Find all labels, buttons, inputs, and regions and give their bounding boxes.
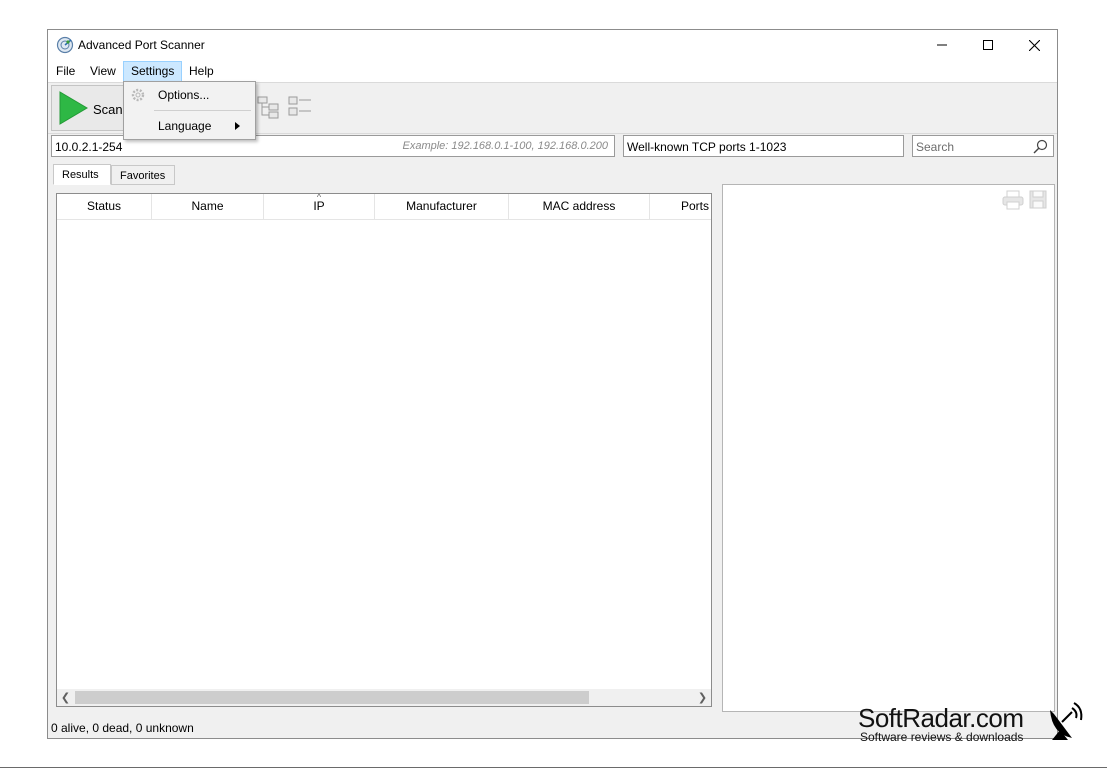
ip-range-value: 10.0.2.1-254 [55,140,123,154]
scan-button[interactable]: Scan [51,85,127,131]
expand-tree-icon[interactable] [256,95,282,119]
details-panel [722,184,1055,712]
menu-help[interactable]: Help [182,62,221,81]
column-ports[interactable]: Ports [650,194,711,219]
status-text: 0 alive, 0 dead, 0 unknown [51,721,194,735]
collapse-tree-icon[interactable] [287,95,313,119]
column-ip[interactable]: ^ IP [264,192,375,219]
column-manufacturer[interactable]: Manufacturer [375,194,509,219]
ports-value: Well-known TCP ports 1-1023 [627,140,787,154]
scan-label: Scan [93,102,123,117]
menu-item-language[interactable]: Language [124,115,255,137]
title-bar: Advanced Port Scanner [48,30,1057,60]
results-table: Status Name ^ IP Manufacturer MAC addres… [56,192,712,707]
screen-bottom-edge [0,767,1107,768]
satellite-dish-icon [1050,702,1083,740]
language-label: Language [158,119,212,133]
options-label: Options... [158,88,210,102]
ports-input[interactable]: Well-known TCP ports 1-1023 [623,135,904,157]
column-status[interactable]: Status [57,194,152,219]
watermark-subtitle: Software reviews & downloads [860,730,1024,744]
softradar-watermark: SoftRadar.com Software reviews & downloa… [854,700,1094,750]
settings-dropdown: Options... Language [123,81,256,140]
menu-view[interactable]: View [83,62,123,81]
scroll-right-icon[interactable]: ❯ [694,689,711,706]
search-icon[interactable] [1033,139,1048,154]
play-icon [59,91,88,125]
gear-icon [131,88,145,102]
maximize-icon [983,40,993,50]
menu-item-options[interactable]: Options... [124,84,255,106]
minimize-button[interactable] [919,30,965,60]
chevron-right-icon [235,122,240,130]
table-header: Status Name ^ IP Manufacturer MAC addres… [57,192,711,220]
ip-range-hint: Example: 192.168.0.1-100, 192.168.0.200 [402,140,609,152]
column-mac-address[interactable]: MAC address [509,194,650,219]
column-name[interactable]: Name [152,194,264,219]
radar-icon [56,36,74,54]
tab-results[interactable]: Results [53,164,111,185]
close-button[interactable] [1011,30,1057,60]
search-input[interactable]: Search [912,135,1054,157]
maximize-button[interactable] [965,30,1011,60]
save-icon[interactable] [1029,190,1047,209]
horizontal-scrollbar[interactable]: ❮ ❯ [57,689,711,706]
print-icon[interactable] [1002,190,1024,210]
menu-separator [154,110,251,111]
tab-favorites[interactable]: Favorites [111,165,175,185]
scrollbar-thumb[interactable] [75,691,589,704]
menu-settings[interactable]: Settings [123,61,183,82]
sort-ascending-icon: ^ [316,192,322,202]
close-icon [1028,39,1040,51]
window-title: Advanced Port Scanner [78,38,205,52]
menu-file[interactable]: File [49,62,82,81]
scroll-left-icon[interactable]: ❮ [57,689,74,706]
search-placeholder: Search [916,140,955,154]
menu-bar: File View Settings Help [48,60,1057,82]
minimize-icon [937,44,947,46]
